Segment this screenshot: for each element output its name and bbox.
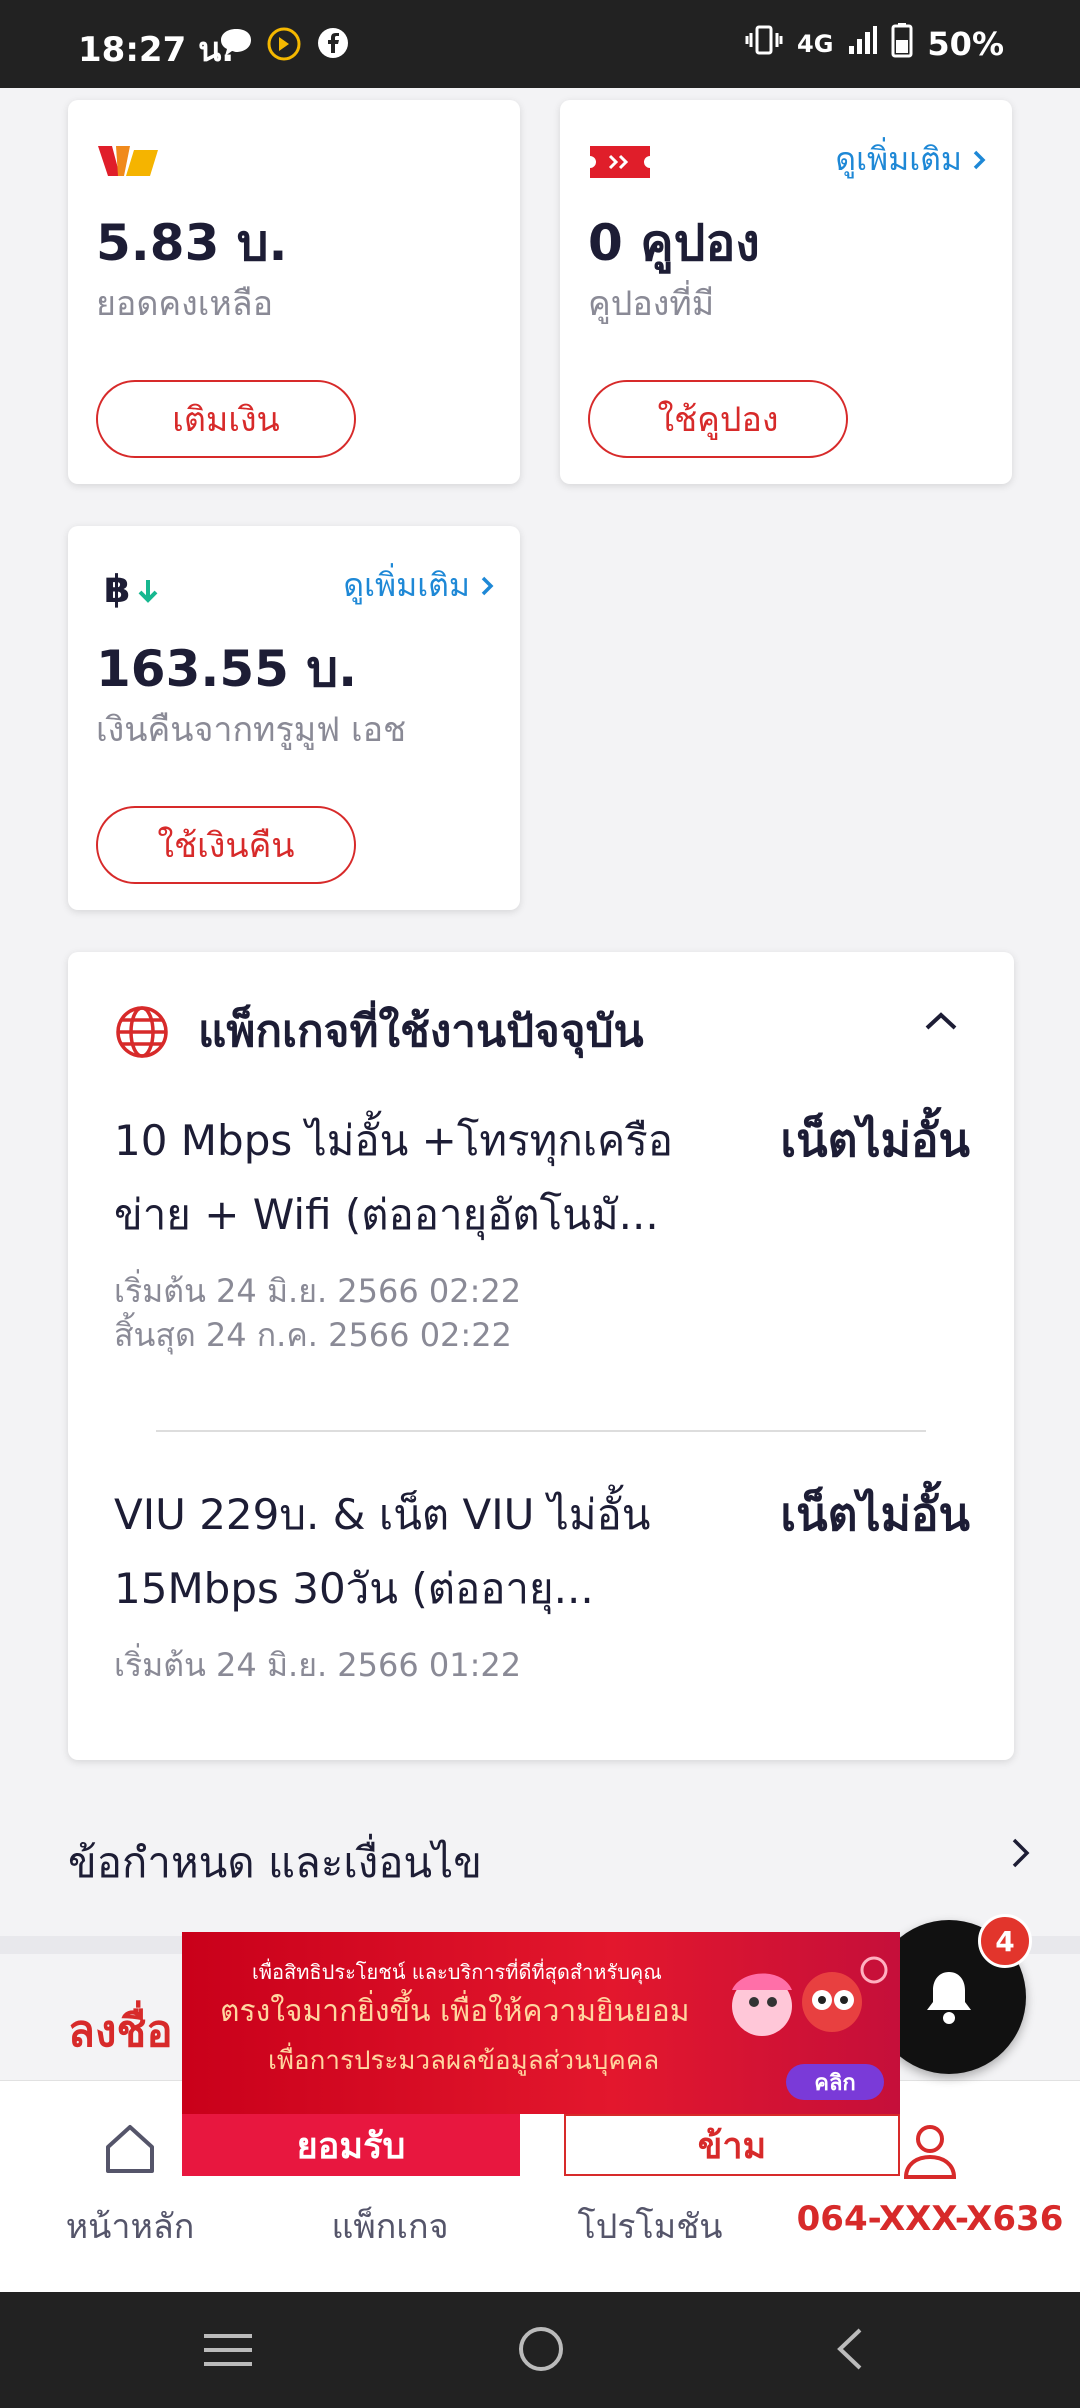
package-name-line1: 10 Mbps ไม่อั้น +โทรทุกเครือ	[114, 1116, 674, 1165]
terms-label: ข้อกำหนด และเงื่อนไข	[68, 1838, 482, 1887]
skip-button[interactable]: ข้าม	[564, 2114, 900, 2176]
cashback-label: เงินคืนจากทรูมูฟ เอช	[96, 710, 407, 750]
coupon-label: คูปองที่มี	[588, 284, 715, 324]
consent-banner[interactable]: เพื่อสิทธิประโยชน์ และบริการที่ดีที่สุดส…	[182, 1932, 900, 2114]
battery-percent: 50%	[927, 25, 1004, 63]
cashback-amount: 163.55 บ.	[96, 640, 358, 698]
home-icon	[106, 2125, 154, 2173]
chevron-up-icon[interactable]	[924, 1010, 958, 1036]
use-cashback-button[interactable]: ใช้เงินคืน	[96, 806, 356, 884]
home-circle-icon[interactable]	[516, 2324, 566, 2378]
accept-button[interactable]: ยอมรับ	[182, 2114, 520, 2176]
battery-icon	[891, 22, 913, 66]
consent-line3: เพื่อการประมวลผลข้อมูลส่วนบุคคล	[268, 2046, 660, 2076]
recent-apps-icon[interactable]	[202, 2330, 254, 2374]
notification-count-badge: 4	[978, 1914, 1032, 1968]
signal-icon	[847, 24, 878, 64]
cashback-more-label: ดูเพิ่มเติม	[343, 566, 470, 604]
balance-label: ยอดคงเหลือ	[96, 284, 274, 324]
chevron-right-icon	[480, 567, 494, 605]
package-start-date: เริ่มต้น 24 มิ.ย. 2566 01:22	[114, 1646, 522, 1684]
package-name-line2: 15Mbps 30วัน (ต่ออายุ...	[114, 1564, 594, 1613]
package-name: 10 Mbps ไม่อั้น +โทรทุกเครือ ข่าย + Wifi…	[114, 1104, 674, 1252]
top-up-button[interactable]: เติมเงิน	[96, 380, 356, 458]
cashback-card: ฿ ดูเพิ่มเติม 163.55 บ. เงินคืนจากทรูมูฟ…	[68, 526, 520, 910]
current-packages-panel: แพ็กเกจที่ใช้งานปัจจุบัน 10 Mbps ไม่อั้น…	[68, 952, 1014, 1760]
facebook-icon	[316, 26, 350, 64]
nav-account-label: 064-XXX-X636	[796, 2199, 1064, 2239]
status-time: 18:27 น.	[78, 30, 235, 70]
package-name: VIU 229บ. & เน็ต VIU ไม่อั้น 15Mbps 30วั…	[114, 1478, 674, 1626]
use-coupon-button[interactable]: ใช้คูปอง	[588, 380, 848, 458]
coupon-more-label: ดูเพิ่มเติม	[835, 140, 962, 178]
consent-line2: ตรงใจมากยิ่งขึ้น เพื่อให้ความยินยอม	[220, 1994, 690, 2029]
divider	[156, 1430, 926, 1432]
coupon-amount: 0 คูปอง	[588, 214, 760, 272]
register-label[interactable]: ลงชื่อ	[68, 1996, 173, 2066]
status-right: 4G 50%	[745, 22, 1004, 66]
system-nav-bar	[0, 2292, 1080, 2408]
play-circle-icon	[266, 26, 302, 66]
network-type: 4G	[797, 30, 834, 58]
chevron-right-icon	[1010, 1836, 1032, 1874]
package-end-date: สิ้นสุด 24 ก.ค. 2566 02:22	[114, 1316, 512, 1354]
ticket-icon	[588, 144, 652, 184]
nav-package-label: แพ็กเกจ	[331, 2207, 449, 2247]
globe-icon	[114, 1004, 170, 1064]
nav-promotion-label: โปรโมชัน	[577, 2207, 723, 2247]
user-icon	[903, 2125, 957, 2179]
chevron-right-icon	[972, 141, 986, 179]
package-badge: เน็ตไม่อั้น	[780, 1113, 970, 1167]
package-name-line1: VIU 229บ. & เน็ต VIU ไม่อั้น	[114, 1490, 651, 1539]
balance-amount: 5.83 บ.	[96, 214, 288, 272]
package-name-line2: ข่าย + Wifi (ต่ออายุอัตโนมั...	[114, 1190, 659, 1239]
baht-cashback-icon: ฿	[104, 566, 164, 614]
chat-bubble-icon	[218, 26, 254, 64]
bell-icon	[927, 1972, 971, 2024]
package-badge: เน็ตไม่อั้น	[780, 1487, 970, 1541]
svg-text:฿: ฿	[104, 567, 130, 610]
coupon-card: ดูเพิ่มเติม 0 คูปอง คูปองที่มี ใช้คูปอง	[560, 100, 1012, 484]
vibrate-icon	[745, 23, 783, 65]
consent-line1: เพื่อสิทธิประโยชน์ และบริการที่ดีที่สุดส…	[252, 1960, 662, 1984]
cashback-more-link[interactable]: ดูเพิ่มเติม	[343, 560, 494, 611]
wallet-icon	[96, 142, 162, 186]
status-bar: 18:27 น. 4G 50%	[0, 0, 1080, 88]
consent-click-button[interactable]: คลิก	[786, 2064, 884, 2100]
packages-title: แพ็กเกจที่ใช้งานปัจจุบัน	[198, 1006, 644, 1057]
terms-row[interactable]: ข้อกำหนด และเงื่อนไข	[0, 1796, 1080, 1936]
back-icon[interactable]	[832, 2326, 866, 2376]
nav-home-label: หน้าหลัก	[65, 2207, 195, 2247]
mascot-illustration	[702, 1950, 892, 2074]
balance-card: 5.83 บ. ยอดคงเหลือ เติมเงิน	[68, 100, 520, 484]
coupon-more-link[interactable]: ดูเพิ่มเติม	[835, 134, 986, 185]
